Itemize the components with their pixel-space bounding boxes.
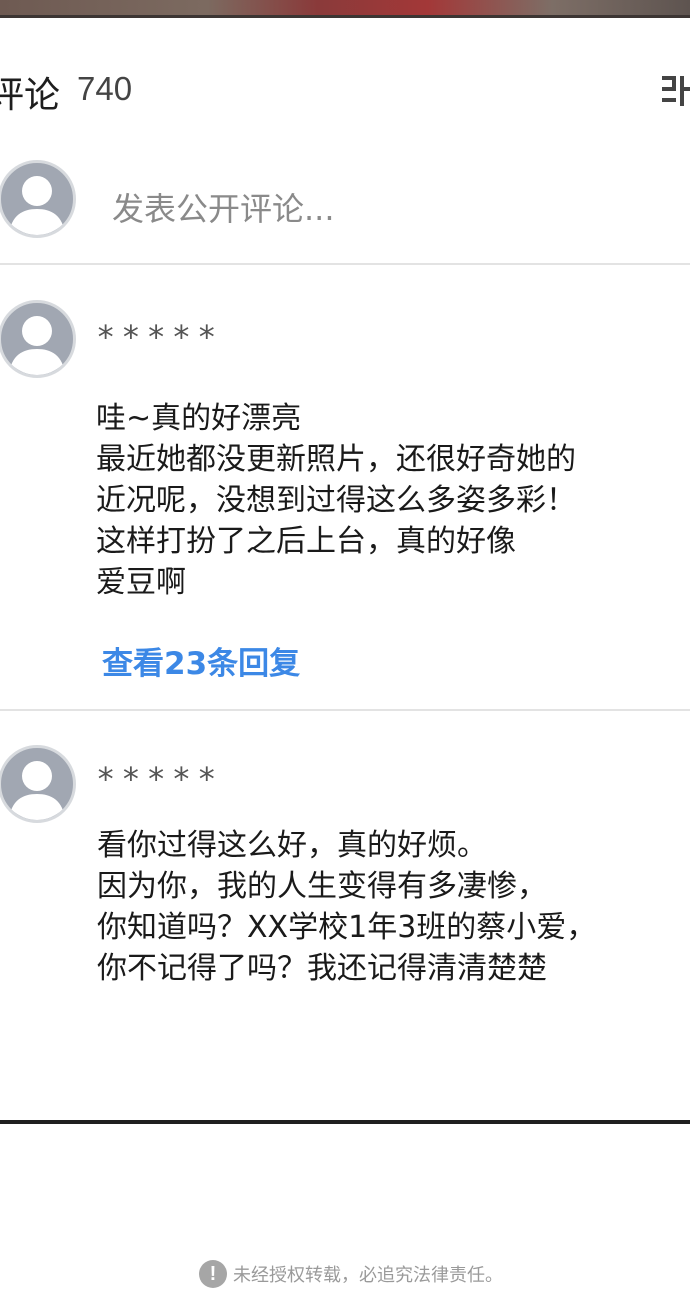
comment-text: 看你过得这么好，真的好烦。 因为你，我的人生变得有多凄惨， 你知道吗？XX学校1… bbox=[97, 825, 596, 989]
comments-count: 740 bbox=[77, 70, 133, 107]
previous-panel-image bbox=[0, 0, 690, 18]
copyright-notice: ! 未经授权转载，必追究法律责任。 bbox=[199, 1259, 503, 1289]
composer-avatar[interactable] bbox=[0, 160, 76, 238]
divider bbox=[0, 263, 690, 265]
default-user-icon bbox=[9, 761, 65, 820]
view-replies-link[interactable]: 查看23条回复 bbox=[102, 638, 300, 683]
comment-line: 哇~真的好漂亮 bbox=[96, 401, 302, 436]
sort-icon[interactable] bbox=[660, 72, 690, 110]
default-user-icon bbox=[9, 176, 65, 235]
comment-line: 近况呢，没想到过得这么多姿多彩！ bbox=[96, 483, 576, 518]
webtoon-page: 评论 740 发表公开评论... ***** 哇~真的好漂亮 最近她都没更新照片… bbox=[0, 0, 690, 1296]
comment-text: 哇~真的好漂亮 最近她都没更新照片，还很好奇她的 近况呢，没想到过得这么多姿多彩… bbox=[96, 398, 576, 603]
comment-input[interactable]: 发表公开评论... bbox=[112, 184, 335, 230]
commenter-avatar[interactable] bbox=[0, 745, 76, 823]
copyright-notice-text: 未经授权转载，必追究法律责任。 bbox=[233, 1265, 503, 1286]
comment-line: 因为你，我的人生变得有多凄惨， bbox=[97, 869, 547, 904]
comment-line: 看你过得这么好，真的好烦。 bbox=[97, 828, 487, 863]
comment-line: 爱豆啊 bbox=[96, 565, 186, 600]
divider bbox=[0, 709, 690, 711]
comment-username[interactable]: ***** bbox=[96, 760, 222, 798]
comment-line: 你知道吗？XX学校1年3班的蔡小爱， bbox=[97, 910, 597, 945]
comment-line: 最近她都没更新照片，还很好奇她的 bbox=[96, 442, 576, 477]
commenter-avatar[interactable] bbox=[0, 300, 76, 378]
exclamation-icon: ! bbox=[199, 1260, 227, 1288]
comment-line: 这样打扮了之后上台，真的好像 bbox=[96, 524, 516, 559]
comment-line: 你不记得了吗？我还记得清清楚楚 bbox=[97, 951, 547, 986]
default-user-icon bbox=[9, 316, 65, 375]
comment-username[interactable]: ***** bbox=[96, 318, 222, 356]
comments-title: 评论 bbox=[0, 75, 61, 116]
